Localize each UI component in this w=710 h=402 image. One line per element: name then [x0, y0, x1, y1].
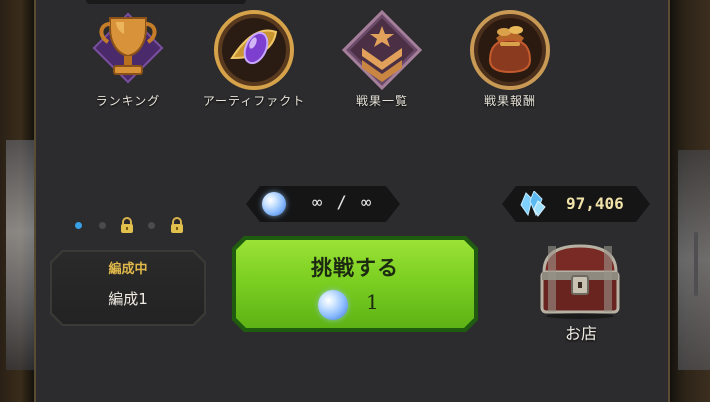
treasure-bag-icon: [470, 10, 550, 90]
trophy-icon: [92, 12, 164, 84]
shop-button[interactable]: お店: [526, 238, 636, 348]
stamina-max: ∞: [361, 193, 374, 213]
challenge-label: 挑戦する: [311, 256, 399, 280]
formation-name: 編成1: [108, 290, 148, 308]
stamina-orb-icon: [262, 192, 286, 216]
scrollbar[interactable]: [694, 232, 698, 296]
right-background-art: [670, 0, 710, 402]
artifact-button[interactable]: アーティファクト: [194, 8, 314, 109]
artifact-label: アーティファクト: [202, 94, 306, 108]
battle-results-label: 戦果一覧: [355, 94, 408, 108]
formation-selector[interactable]: 編成中 編成1: [50, 250, 206, 326]
gem-amulet-icon: [214, 10, 294, 90]
page-dot-2[interactable]: [99, 222, 106, 229]
gem-counter: 97,406: [502, 186, 650, 222]
stamina-orb-icon: [318, 290, 348, 320]
lock-icon: [171, 217, 183, 233]
crystal-icon: [518, 191, 546, 217]
page-dot-1[interactable]: [75, 222, 82, 229]
battle-rewards-label: 戦果報酬: [483, 94, 536, 108]
rank-chevron-icon: [341, 9, 423, 91]
left-background-art: [0, 0, 34, 402]
challenge-button[interactable]: 挑戦する 1: [232, 236, 478, 332]
lock-icon: [121, 217, 133, 233]
stamina-counter: ∞ / ∞: [246, 186, 400, 222]
stamina-separator: /: [336, 193, 349, 213]
stamina-current: ∞: [312, 193, 325, 213]
shop-label: お店: [564, 324, 597, 343]
battle-rewards-button[interactable]: 戦果報酬: [450, 8, 570, 109]
gem-count: 97,406: [566, 194, 624, 213]
panel-top-tab: [86, 0, 246, 4]
treasure-chest-icon: [540, 244, 620, 319]
page-dot-4[interactable]: [148, 222, 155, 229]
ranking-button[interactable]: ランキング: [68, 8, 188, 109]
ranking-label: ランキング: [95, 94, 161, 108]
battle-results-button[interactable]: 戦果一覧: [322, 8, 442, 109]
formation-status: 編成中: [108, 262, 148, 277]
challenge-cost: 1: [366, 290, 379, 314]
